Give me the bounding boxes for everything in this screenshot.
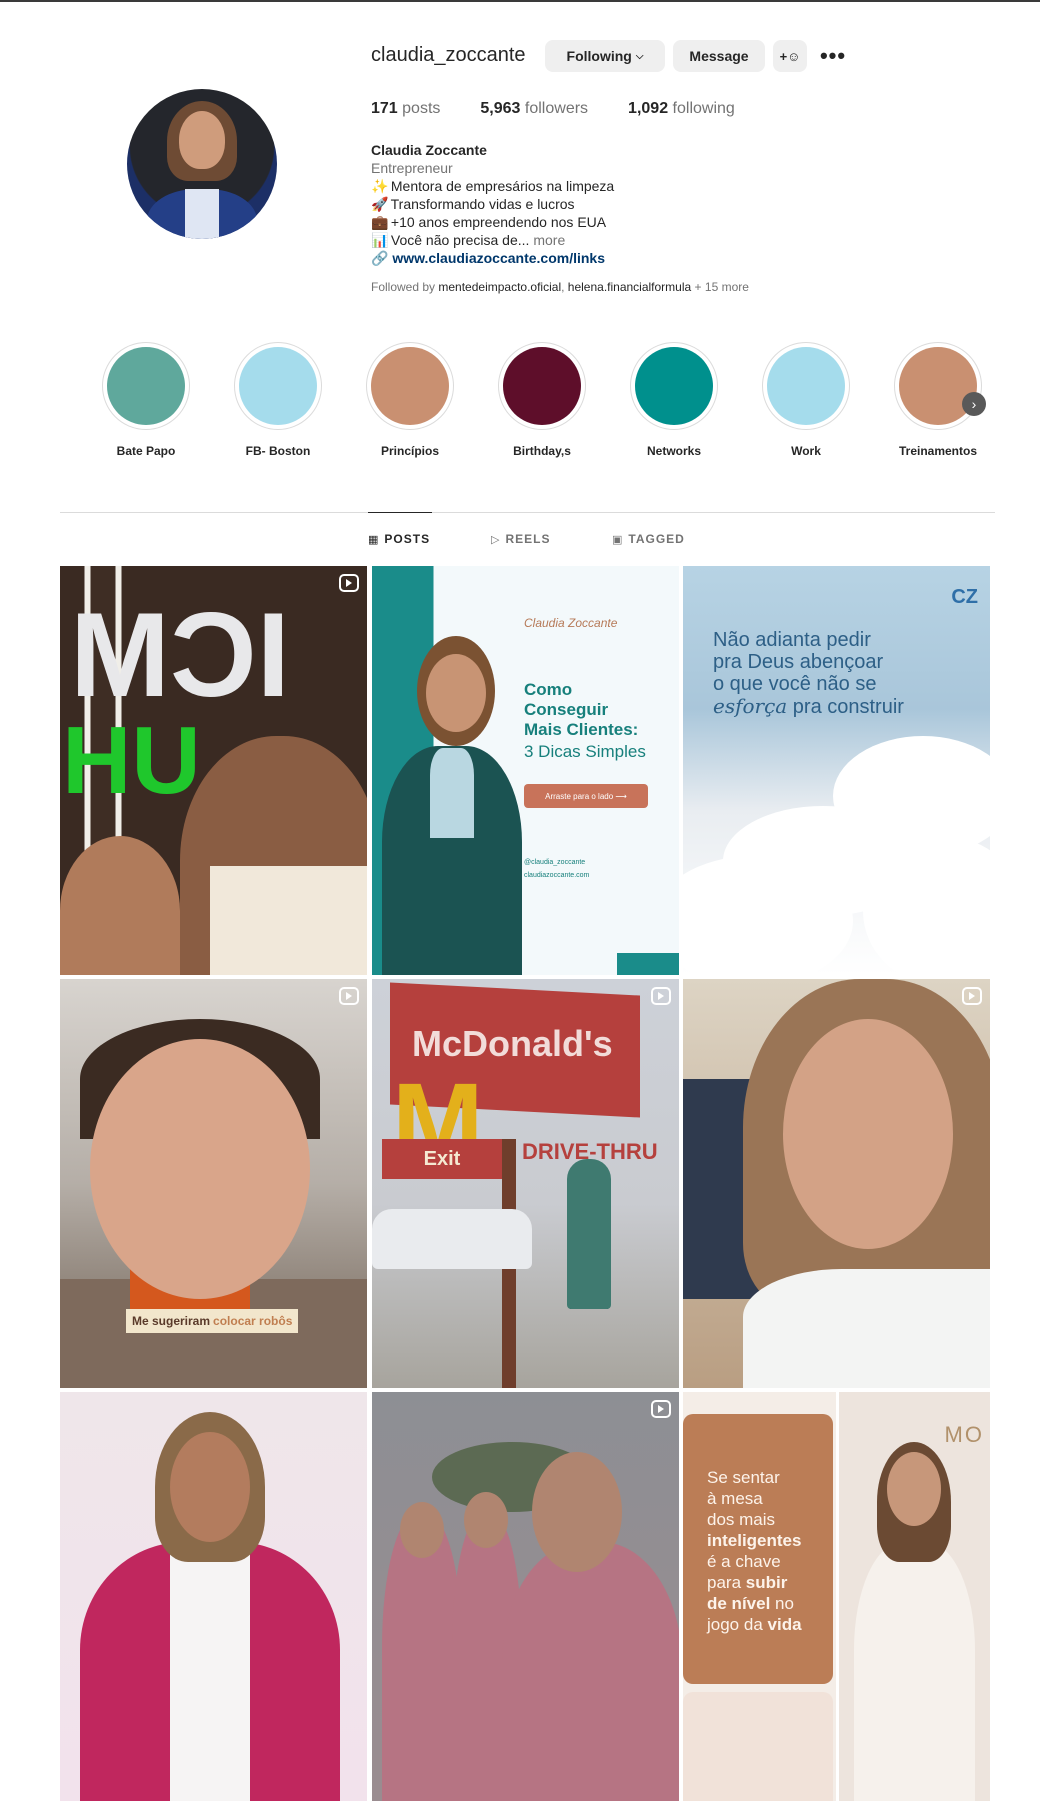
highlight-work[interactable]: Work	[751, 342, 861, 458]
followed-by-account[interactable]: helena.financialformula	[568, 280, 691, 294]
post-tile[interactable]: ICM UH	[60, 566, 367, 975]
highlight-networks[interactable]: Networks	[619, 342, 729, 458]
tab-posts[interactable]: ▦ POSTS	[368, 532, 430, 546]
post-tile[interactable]	[683, 979, 990, 1388]
highlight-bate-papo[interactable]: Bate Papo	[91, 342, 201, 458]
following-button-label: Following	[566, 48, 632, 64]
reels-icon: ▷	[491, 533, 501, 546]
tagged-icon: ▣	[612, 533, 624, 546]
reel-icon	[339, 987, 359, 1005]
following-button[interactable]: Following ⌵	[545, 40, 665, 72]
post-tile[interactable]: Me sugeriram colocar robôs	[60, 979, 367, 1388]
posts-count: 171 posts	[371, 100, 441, 117]
post-tile[interactable]: MO	[839, 1392, 990, 1801]
chevron-right-icon[interactable]: ›	[962, 392, 986, 416]
bio-more-link[interactable]: more	[533, 232, 565, 248]
grid-icon: ▦	[368, 533, 380, 546]
bio-line: 📊 Você não precisa de... more	[371, 232, 566, 248]
bio-line: 🚀 Transformando vidas e lucros	[371, 196, 575, 212]
active-tab-indicator	[368, 512, 432, 513]
profile-username: claudia_zoccante	[371, 44, 526, 66]
following-count[interactable]: 1,092 following	[628, 100, 735, 118]
post-quote: Se sentar à mesa dos mais inteligentes é…	[707, 1468, 802, 1634]
post-headline: Como Conseguir Mais Clientes:	[524, 680, 639, 739]
followed-by-account[interactable]: mentedeimpacto.oficial	[438, 280, 561, 294]
window-top-border	[0, 0, 1040, 2]
post-tile[interactable]: Claudia Zoccante Como Conseguir Mais Cli…	[372, 566, 679, 975]
profile-category: Entrepreneur	[371, 160, 453, 176]
tab-tagged[interactable]: ▣ TAGGED	[612, 532, 685, 546]
highlight-principios[interactable]: Princípios	[355, 342, 465, 458]
message-button[interactable]: Message	[673, 40, 765, 72]
chevron-down-icon: ⌵	[635, 50, 644, 62]
post-quote: Não adianta pedir pra Deus abençoar o qu…	[713, 629, 904, 718]
followed-by[interactable]: Followed by mentedeimpacto.oficial, hele…	[371, 280, 749, 294]
tab-reels[interactable]: ▷ REELS	[491, 532, 550, 546]
exit-sign: Exit	[382, 1139, 502, 1179]
profile-stats: 171 posts 5,963 followers 1,092 followin…	[371, 100, 775, 118]
bio-line: ✨ Mentora de empresários na limpeza	[371, 178, 615, 194]
post-cta: Arraste para o lado ⟶	[524, 784, 648, 808]
highlight-birthdays[interactable]: Birthday,s	[487, 342, 597, 458]
post-tile[interactable]: CZ Não adianta pedir pra Deus abençoar o…	[683, 566, 990, 975]
reel-icon	[962, 987, 982, 1005]
tabs-divider	[60, 512, 995, 513]
post-brand-logo: Claudia Zoccante	[524, 616, 618, 630]
add-user-icon[interactable]: +☺	[773, 40, 807, 72]
message-button-label: Message	[689, 48, 749, 64]
post-logo: CZ	[951, 586, 978, 608]
profile-link[interactable]: 🔗 www.claudiazoccante.com/links	[371, 249, 831, 267]
link-icon: 🔗	[371, 250, 389, 266]
profile-full-name: Claudia Zoccante	[371, 142, 487, 158]
followers-count[interactable]: 5,963 followers	[480, 100, 588, 118]
more-options-icon[interactable]: •••	[820, 40, 846, 72]
post-tile[interactable]: McDonald's M Exit DRIVE-THRU	[372, 979, 679, 1388]
reel-icon	[651, 987, 671, 1005]
post-contacts: @claudia_zoccante claudiazoccante.com	[524, 859, 590, 879]
post-tile[interactable]: Se sentar à mesa dos mais inteligentes é…	[683, 1392, 836, 1801]
post-tile[interactable]	[60, 1392, 367, 1801]
bio-line: 💼 +10 anos empreendendo nos EUA	[371, 214, 607, 230]
reel-icon	[339, 574, 359, 592]
reel-icon	[651, 1400, 671, 1418]
post-caption: Me sugeriram colocar robôs	[126, 1309, 299, 1333]
highlight-fb-boston[interactable]: FB- Boston	[223, 342, 333, 458]
post-tile[interactable]	[372, 1392, 679, 1801]
post-subheadline: 3 Dicas Simples	[524, 742, 646, 761]
profile-avatar[interactable]	[127, 89, 277, 239]
profile-bio: Claudia Zoccante Entrepreneur ✨ Mentora …	[371, 141, 831, 267]
